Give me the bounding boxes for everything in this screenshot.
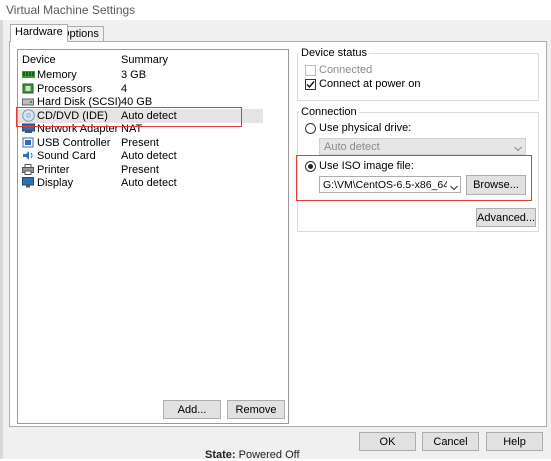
usb-icon [22,137,34,148]
sound-card-icon [22,150,34,161]
device-row-memory[interactable]: Memory 3 GB [18,69,263,82]
background-state-text: State: Powered Off [205,449,300,461]
use-physical-drive-label: Use physical drive: [319,122,412,134]
window-title: Virtual Machine Settings [6,3,136,17]
connection-title: Connection [299,106,359,118]
device-status-group [297,53,539,101]
device-name: Printer [37,164,70,176]
device-summary: 4 [121,83,128,95]
display-icon [22,177,34,188]
physical-drive-value: Auto detect [324,141,380,153]
device-name: USB Controller [37,137,111,149]
device-name: Processors [37,83,93,95]
device-name: Display [37,177,74,189]
cancel-button[interactable]: Cancel [422,432,479,451]
checkmark-icon [306,81,315,89]
device-row-processors[interactable]: Processors 4 [18,83,263,96]
memory-icon [22,69,35,80]
column-header-summary[interactable]: Summary [121,54,168,66]
hard-disk-icon [22,96,34,107]
advanced-button[interactable]: Advanced... [476,208,536,227]
use-physical-drive-radio[interactable] [305,123,316,134]
device-summary: Auto detect [121,177,177,189]
remove-device-button[interactable]: Remove [227,400,285,419]
printer-icon [22,164,34,175]
connect-at-power-on-checkbox[interactable] [305,79,316,90]
connect-at-power-on-label: Connect at power on [319,78,421,90]
chevron-down-icon [514,143,522,155]
tab-hardware[interactable]: Hardware [10,24,68,42]
device-name: Sound Card [37,150,96,162]
connected-checkbox[interactable] [305,65,316,76]
device-summary: Auto detect [121,150,177,162]
processor-icon [22,83,34,94]
column-header-device[interactable]: Device [22,54,56,66]
device-summary: Present [121,137,159,149]
help-button[interactable]: Help [486,432,543,451]
device-summary: 3 GB [121,69,147,81]
ok-button[interactable]: OK [359,432,416,451]
device-row-printer[interactable]: Printer Present [18,164,263,177]
device-row-display[interactable]: Display Auto detect [18,177,263,190]
iso-option-highlight [296,155,532,201]
selected-row-highlight [16,107,242,127]
device-name: Memory [37,69,77,81]
device-row-usb-controller[interactable]: USB Controller Present [18,137,263,150]
device-row-sound-card[interactable]: Sound Card Auto detect [18,150,263,163]
device-summary: Present [121,164,159,176]
state-value: Powered Off [238,449,300,461]
physical-drive-select[interactable]: Auto detect [319,138,526,155]
device-status-title: Device status [299,47,370,59]
add-device-button[interactable]: Add... [163,400,221,419]
connected-label: Connected [319,64,373,76]
state-label: State: [205,449,236,461]
